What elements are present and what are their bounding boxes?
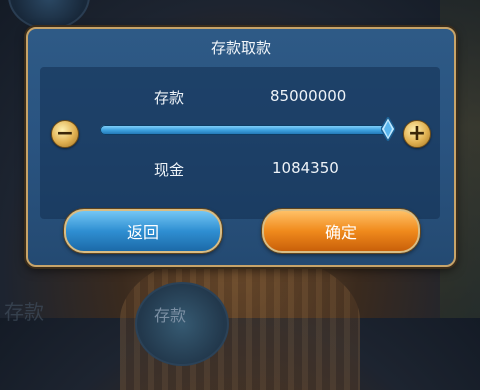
- deposit-amount: 85000000: [270, 87, 347, 105]
- confirm-button[interactable]: 确定: [262, 209, 420, 253]
- decrease-button[interactable]: −: [51, 120, 79, 148]
- slider-thumb[interactable]: [381, 117, 395, 141]
- dialog-title: 存款取款: [210, 39, 271, 57]
- cash-amount: 1084350: [272, 159, 339, 177]
- plus-icon: +: [407, 121, 427, 146]
- amount-slider[interactable]: [100, 125, 390, 135]
- minus-icon: −: [55, 121, 75, 146]
- background-left-label: 存款: [4, 300, 44, 324]
- cash-label: 现金: [154, 161, 185, 179]
- deposit-label: 存款: [154, 89, 185, 107]
- background-round-icon: [8, 0, 90, 30]
- deposit-withdraw-dialog: 存款取款 存款 85000000 − + 现金 1084350 返回 确定: [26, 27, 456, 267]
- increase-button[interactable]: +: [403, 120, 431, 148]
- background-bank-label: 存款: [154, 306, 187, 325]
- back-button[interactable]: 返回: [64, 209, 222, 253]
- dialog-content-panel: [40, 67, 440, 219]
